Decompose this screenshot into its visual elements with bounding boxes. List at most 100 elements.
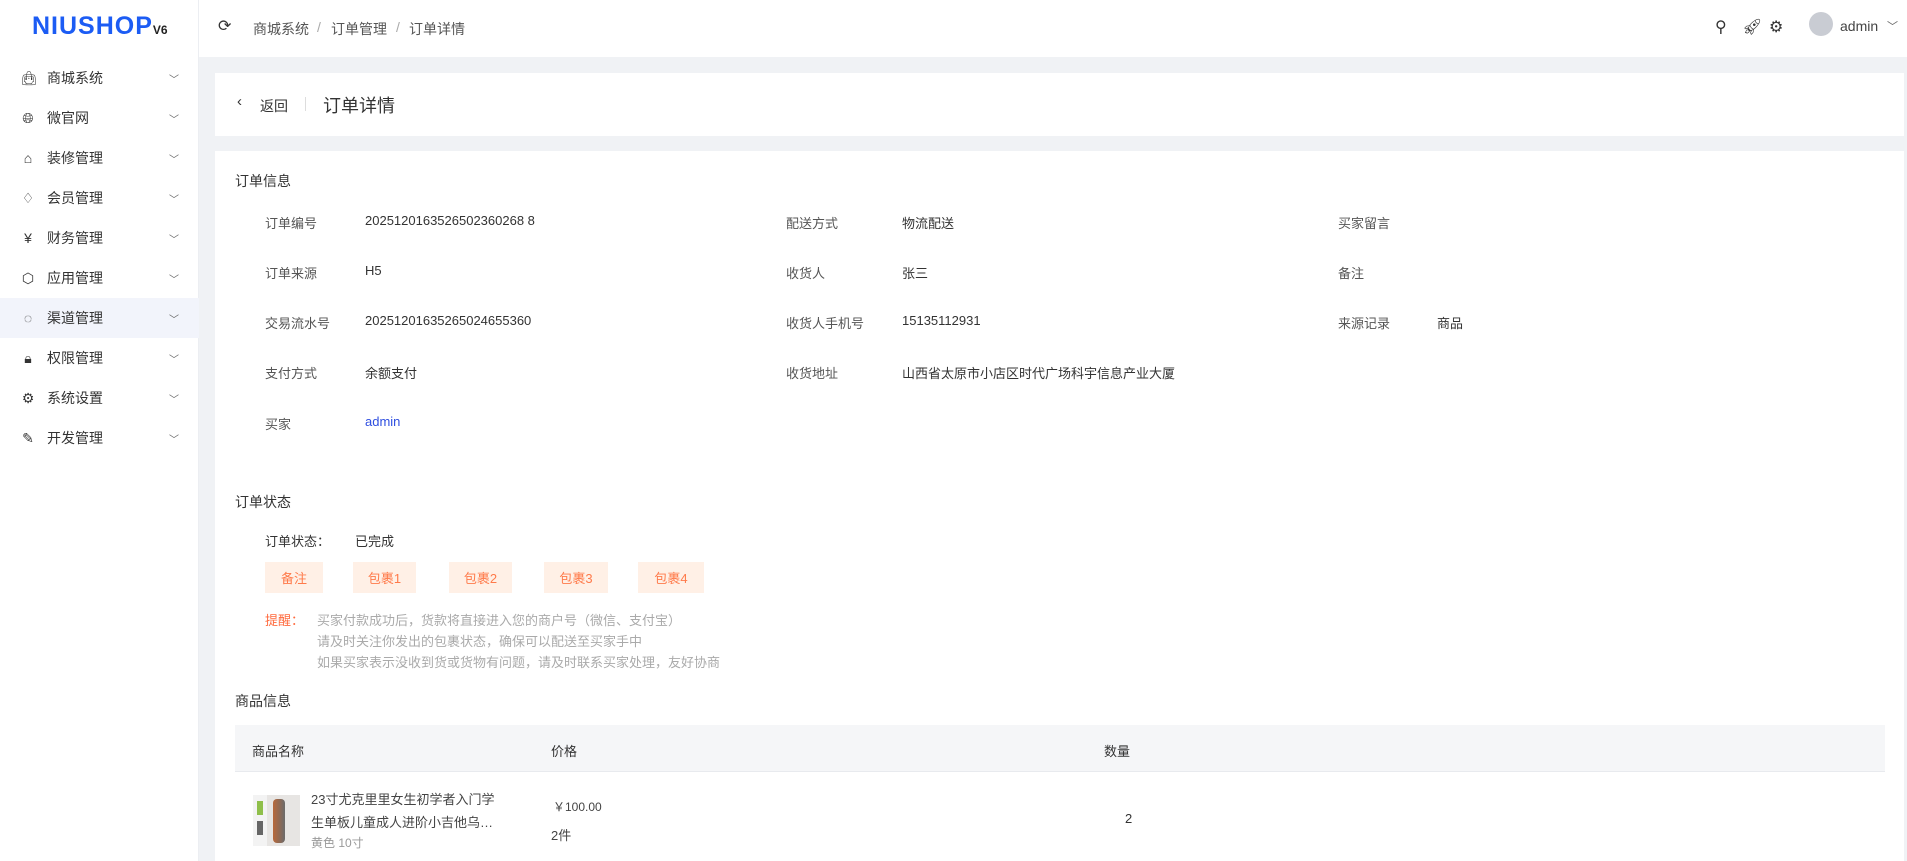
logo-text: NIUSHOP — [32, 12, 153, 40]
sidebar-item-label: 系统设置 — [47, 390, 103, 406]
breadcrumb-separator: / — [396, 19, 400, 35]
field-label: 备注 — [1338, 266, 1365, 281]
globe-icon: 🌐︎ — [22, 109, 34, 126]
sidebar-item-label: 财务管理 — [47, 230, 103, 246]
field-label: 收货人手机号 — [786, 316, 865, 331]
product-quantity: 2 — [1125, 811, 1133, 826]
chevron-down-icon: ﹀ — [169, 314, 179, 326]
sidebar-item-label: 应用管理 — [47, 270, 103, 286]
section-title-goods: 商品信息 — [235, 693, 291, 709]
product-name-line[interactable]: 23寸尤克里里女生初学者入门学 — [311, 789, 494, 808]
sidebar-item[interactable]: ◌ 渠道管理 ﹀ — [0, 298, 199, 338]
product-name-line[interactable]: 生单板儿童成人进阶小吉他乌… — [311, 812, 493, 831]
gear-icon[interactable]: ⚙ — [1769, 17, 1783, 37]
field-label: 买家 — [265, 417, 292, 432]
sidebar-item[interactable]: 👜︎ 商城系统 ﹀ — [0, 58, 199, 98]
package-4-button[interactable]: 包裹4 — [638, 562, 704, 593]
section-title-order-info: 订单信息 — [235, 173, 291, 189]
sidebar-item-label: 会员管理 — [47, 190, 103, 206]
package-2-button[interactable]: 包裹2 — [449, 562, 512, 593]
tip-line: 请及时关注你发出的包裹状态，确保可以配送至买家手中 — [317, 634, 643, 649]
field-label: 买家留言 — [1338, 216, 1391, 231]
field-label: 收货人 — [786, 266, 826, 281]
sidebar: NIUSHOPV6 👜︎ 商城系统 ﹀ 🌐︎ 微官网 ﹀ ⌂ 装修管理 ﹀ ♢ 会员管理 ﹀ ¥ 财务管理… — [0, 0, 199, 861]
chevron-down-icon[interactable]: ﹀ — [1887, 18, 1898, 34]
decor-icon: ⌂ — [23, 150, 33, 166]
edit-icon: ✎ — [22, 429, 34, 446]
finance-icon: ¥ — [24, 230, 32, 246]
chevron-down-icon: ﹀ — [169, 74, 179, 86]
sidebar-item-label: 装修管理 — [47, 150, 103, 166]
column-header-name: 商品名称 — [252, 744, 305, 759]
field-value: 山西省太原市小店区时代广场科宇信息产业大厦 — [902, 366, 1176, 381]
product-spec: 黄色 10寸 — [311, 836, 364, 850]
divider — [305, 97, 306, 111]
sidebar-item[interactable]: ¥ 财务管理 ﹀ — [0, 218, 199, 258]
product-image-detail — [257, 821, 263, 835]
channel-icon: ◌ — [23, 310, 33, 326]
logo: NIUSHOPV6 — [32, 12, 168, 41]
field-value: 商品 — [1437, 316, 1464, 331]
chevron-down-icon: ﹀ — [169, 394, 179, 406]
sidebar-item-label: 渠道管理 — [47, 310, 103, 326]
breadcrumb-current: 订单详情 — [409, 21, 465, 37]
chevron-down-icon: ﹀ — [169, 154, 179, 166]
chevron-down-icon: ﹀ — [169, 274, 179, 286]
bag-icon: 👜︎ — [20, 69, 38, 86]
sidebar-item-label: 开发管理 — [47, 430, 103, 446]
column-header-price: 价格 — [551, 744, 578, 759]
chevron-down-icon: ﹀ — [169, 194, 179, 206]
product-image-detail — [273, 799, 285, 843]
remark-button[interactable]: 备注 — [265, 562, 323, 593]
field-label: 收货地址 — [786, 366, 839, 381]
sidebar-item-label: 权限管理 — [47, 350, 103, 366]
column-header-quantity: 数量 — [1104, 744, 1131, 759]
product-image-detail — [257, 801, 263, 815]
avatar[interactable] — [1809, 12, 1833, 36]
rocket-icon[interactable]: 🚀︎ — [1742, 17, 1762, 37]
search-icon[interactable]: ⚲ — [1715, 17, 1727, 37]
tip-label: 提醒： — [265, 613, 305, 628]
product-price: ￥100.00 — [553, 800, 602, 814]
sidebar-item[interactable]: 🔒︎ 权限管理 ﹀ — [0, 338, 199, 378]
field-value: 物流配送 — [902, 216, 955, 231]
cube-icon: ⬡ — [21, 269, 35, 286]
sidebar-item[interactable]: 🌐︎ 微官网 ﹀ — [0, 98, 199, 138]
tip-line: 买家付款成功后，货款将直接进入您的商户号（微信、支付宝） — [317, 613, 682, 628]
package-3-button[interactable]: 包裹3 — [544, 562, 608, 593]
sidebar-item[interactable]: ⌂ 装修管理 ﹀ — [0, 138, 199, 178]
field-label: 订单编号 — [265, 216, 318, 231]
goods-table-header: 商品名称 价格 数量 — [235, 725, 1885, 772]
sidebar-item[interactable]: ⚙ 系统设置 ﹀ — [0, 378, 199, 418]
field-value: 张三 — [902, 266, 929, 281]
buyer-link[interactable]: admin — [365, 414, 400, 429]
breadcrumb-item[interactable]: 商城系统 — [253, 19, 309, 39]
chevron-left-icon[interactable]: ‹ — [237, 93, 242, 110]
breadcrumb-item[interactable]: 订单管理 — [331, 19, 387, 39]
logo-version: V6 — [152, 23, 168, 37]
sidebar-item[interactable]: ⬡ 应用管理 ﹀ — [0, 258, 199, 298]
package-1-button[interactable]: 包裹1 — [353, 562, 416, 593]
tip-line: 如果买家表示没收到货或货物有问题，请及时联系买家处理，友好协商 — [317, 655, 721, 670]
field-label: 支付方式 — [265, 366, 318, 381]
sidebar-item-label: 商城系统 — [47, 70, 103, 86]
field-label: 订单来源 — [265, 266, 318, 281]
order-status-value: 已完成 — [355, 534, 395, 549]
sidebar-item-label: 微官网 — [47, 110, 89, 126]
page-header-card: ‹ 返回 订单详情 — [215, 73, 1904, 136]
top-header: ⟳ 商城系统 / 订单管理 / 订单详情 ⚲ 🚀︎ ⚙ admin ﹀ — [199, 0, 1907, 57]
lock-icon: 🔒︎ — [24, 349, 32, 366]
sidebar-item[interactable]: ✎ 开发管理 ﹀ — [0, 418, 199, 458]
field-value: 15135112931 — [902, 313, 981, 328]
back-button[interactable]: 返回 — [260, 96, 288, 116]
breadcrumb-separator: / — [317, 19, 321, 35]
refresh-icon[interactable]: ⟳ — [218, 16, 231, 36]
sidebar-item[interactable]: ♢ 会员管理 ﹀ — [0, 178, 199, 218]
field-value: 2025120163526502360268 8 — [365, 213, 535, 228]
product-count: 2件 — [551, 828, 572, 843]
field-value: H5 — [365, 263, 382, 278]
chevron-down-icon: ﹀ — [169, 114, 179, 126]
gear-icon: ⚙ — [21, 389, 35, 406]
chevron-down-icon: ﹀ — [169, 434, 179, 446]
user-name[interactable]: admin — [1840, 18, 1878, 34]
